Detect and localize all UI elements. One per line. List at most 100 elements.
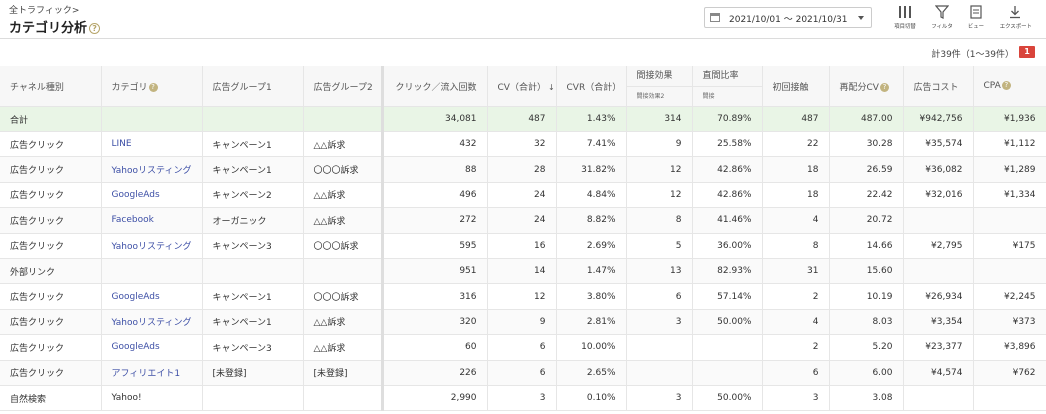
cell-channel: 外部リンク <box>0 258 102 285</box>
cell-recv: 30.28 <box>829 131 904 158</box>
cell-cvr: 10.00% <box>556 334 627 361</box>
cell-category-link[interactable]: GoogleAds <box>101 182 203 209</box>
cell-adcost: ¥36,082 <box>903 156 974 183</box>
total-label: 合計 <box>0 106 102 132</box>
cell-ratio: 25.58% <box>692 131 763 158</box>
table-row: 広告クリック LINE キャンペーン1 △△訴求 432 32 7.41% 9 25.58% 22… <box>0 131 1046 158</box>
cell-adgroup2: 〇〇〇訴求 <box>303 233 384 259</box>
col-header-adgroup1[interactable]: 広告グループ1 <box>202 66 304 107</box>
columns-button[interactable]: 項目切替 <box>888 5 922 30</box>
help-icon[interactable]: ? <box>148 82 158 92</box>
cell-cvr: 31.82% <box>556 156 627 183</box>
cell-clicks: 60 <box>382 334 488 361</box>
cell-cvr: 8.82% <box>556 207 627 234</box>
total-cpa: ¥1,936 <box>973 106 1046 132</box>
cell-recv: 14.66 <box>829 233 904 259</box>
cell-recv: 22.42 <box>829 182 904 209</box>
cell-adcost: ¥4,574 <box>903 360 974 386</box>
cell-cvr: 2.69% <box>556 233 627 259</box>
col-header-cv-label: CV（合計） <box>497 82 546 93</box>
col-header-clicks[interactable]: クリック／流入回数 <box>382 66 488 107</box>
cell-adgroup2: △△訴求 <box>303 207 384 234</box>
cell-ratio: 50.00% <box>692 309 763 336</box>
cell-adgroup2: △△訴求 <box>303 309 384 336</box>
help-icon[interactable]: ? <box>879 82 889 92</box>
table-row: 自然検索 Yahoo! 2,990 3 0.10% 3 50.00% 3 3.08 <box>0 385 1046 412</box>
filter-icon <box>935 5 949 19</box>
page-title-text: カテゴリ分析 <box>9 21 88 36</box>
view-button[interactable]: ビュー <box>959 5 993 30</box>
cell-indirect: 12 <box>626 156 693 183</box>
cell-first-contact: 2 <box>762 283 830 310</box>
cell-cpa <box>973 258 1046 285</box>
cell-category-link[interactable]: Yahooリスティング <box>101 309 203 336</box>
cell-category-link[interactable]: Yahooリスティング <box>101 156 203 183</box>
cell-adgroup2: [未登録] <box>303 360 384 386</box>
view-icon <box>970 5 982 19</box>
cell-clicks: 951 <box>382 258 488 285</box>
cell-clicks: 595 <box>382 233 488 259</box>
col-header-channel[interactable]: チャネル種別 <box>0 66 102 107</box>
total-cost: ¥942,756 <box>903 106 974 132</box>
cell-adcost: ¥23,377 <box>903 334 974 361</box>
col-header-recv-label: 再配分CV <box>839 82 879 93</box>
cell-adcost: ¥2,795 <box>903 233 974 259</box>
col-header-adcost-label: 広告コスト <box>913 82 959 93</box>
cell-category-link[interactable]: GoogleAds <box>101 283 203 310</box>
cell-adcost: ¥32,016 <box>903 182 974 209</box>
cell-cpa: ¥373 <box>973 309 1046 336</box>
columns-icon <box>899 6 911 18</box>
cell-ratio <box>692 334 763 361</box>
cell-channel: 広告クリック <box>0 334 102 361</box>
cell-category-link[interactable]: GoogleAds <box>101 334 203 361</box>
cell-channel: 広告クリック <box>0 309 102 336</box>
cell-category-link[interactable]: Yahooリスティング <box>101 233 203 259</box>
cell-channel: 広告クリック <box>0 131 102 158</box>
col-header-direct-ratio[interactable]: 直間比率 間接 <box>692 66 763 107</box>
columns-label: 項目切替 <box>894 23 916 30</box>
cell-indirect: 13 <box>626 258 693 285</box>
col-header-cvr[interactable]: CVR（合計） <box>556 66 627 107</box>
help-icon[interactable]: ? <box>89 23 101 34</box>
col-header-adgroup2[interactable]: 広告グループ2 <box>303 66 384 107</box>
cell-adgroup1: キャンペーン1 <box>202 309 304 336</box>
col-header-cv[interactable]: CV（合計） ↓ <box>487 66 557 107</box>
col-header-cpa[interactable]: CPA? <box>973 66 1046 107</box>
col-header-first-contact[interactable]: 初回接触 <box>762 66 830 107</box>
total-row: 合計 34,081 487 1.43% 314 70.89% 487 487.0… <box>0 106 1046 132</box>
cell-cpa: ¥1,334 <box>973 182 1046 209</box>
filter-button[interactable]: フィルタ <box>925 5 959 30</box>
cell-adgroup2 <box>303 385 384 412</box>
cell-category-link[interactable]: LINE <box>101 131 203 158</box>
cell-indirect: 8 <box>626 207 693 234</box>
col-header-recv[interactable]: 再配分CV? <box>829 66 904 107</box>
cell-clicks: 432 <box>382 131 488 158</box>
cell-indirect: 12 <box>626 182 693 209</box>
cell-adgroup1: キャンペーン1 <box>202 283 304 310</box>
cell-clicks: 88 <box>382 156 488 183</box>
cell-first-contact: 22 <box>762 131 830 158</box>
export-button[interactable]: エクスポート <box>998 5 1032 30</box>
cell-adgroup1: [未登録] <box>202 360 304 386</box>
cell-adgroup2: △△訴求 <box>303 182 384 209</box>
col-header-channel-label: チャネル種別 <box>10 82 64 93</box>
cell-cv: 14 <box>487 258 557 285</box>
col-header-indirect-sub: 間接効果2 <box>626 86 691 106</box>
cell-channel: 自然検索 <box>0 385 102 412</box>
sort-desc-icon: ↓ <box>547 82 555 92</box>
cell-cpa: ¥2,245 <box>973 283 1046 310</box>
page-number-button[interactable]: 1 <box>1019 46 1035 58</box>
cell-indirect: 6 <box>626 283 693 310</box>
cell-first-contact: 31 <box>762 258 830 285</box>
help-icon[interactable]: ? <box>1001 81 1011 90</box>
cell-category-link[interactable]: Facebook <box>101 207 203 234</box>
cell-indirect <box>626 360 693 386</box>
breadcrumb[interactable]: 全トラフィック> <box>9 3 79 16</box>
date-range-picker[interactable]: 2021/10/01 ～ 2021/10/31 <box>704 7 872 28</box>
cell-category-link[interactable]: アフィリエイト1 <box>101 360 203 386</box>
col-header-category[interactable]: カテゴリ? <box>101 66 203 107</box>
cell-recv: 6.00 <box>829 360 904 386</box>
col-header-indirect[interactable]: 間接効果 間接効果2 <box>626 66 693 107</box>
col-header-adcost[interactable]: 広告コスト <box>903 66 974 107</box>
col-header-adgroup1-label: 広告グループ1 <box>212 82 272 93</box>
